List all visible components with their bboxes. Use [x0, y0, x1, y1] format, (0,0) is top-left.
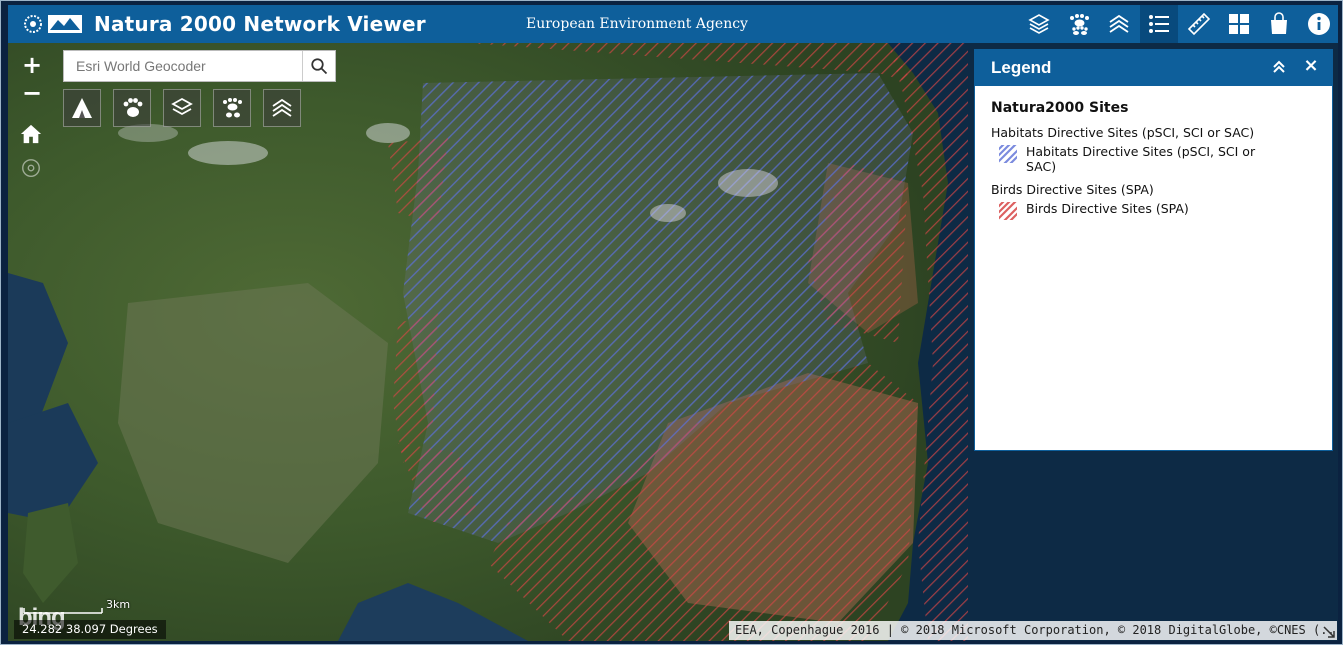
birds-paw-icon [123, 98, 143, 117]
species-layer-button[interactable] [213, 89, 251, 127]
search-button[interactable] [302, 51, 335, 81]
birds-layer-button[interactable] [113, 89, 151, 127]
geocoder-search [63, 50, 336, 82]
shopping-bag-icon [1271, 12, 1287, 34]
basemap-gallery-button[interactable] [1020, 5, 1058, 43]
legend-group-label: Birds Directive Sites (SPA) [991, 182, 1154, 197]
zoom-in-button[interactable]: + [20, 53, 44, 81]
ruler-icon [1187, 12, 1211, 36]
red-hatch-swatch [999, 202, 1017, 220]
legend-button[interactable] [1140, 5, 1178, 43]
legend-content: Natura2000 Sites Habitats Directive Site… [975, 86, 1332, 242]
header-toolbar [1018, 5, 1338, 43]
legend-item-label: Birds Directive Sites (SPA) [1026, 201, 1189, 216]
measurement-button[interactable] [1180, 5, 1218, 43]
print-button[interactable] [1260, 5, 1298, 43]
chevrons-icon [272, 98, 292, 117]
app-window: Natura 2000 Network Viewer European Envi… [0, 0, 1343, 645]
info-icon [1308, 13, 1330, 35]
paw-prints-icon [1070, 14, 1089, 35]
chevrons-layer-button[interactable] [263, 89, 301, 127]
habitats-icon [72, 98, 92, 118]
app-title: Natura 2000 Network Viewer [94, 12, 426, 36]
legend-title: Legend [991, 58, 1052, 77]
collapse-icon[interactable] [1270, 58, 1288, 76]
legend-item: Birds Directive Sites (SPA) [999, 201, 1316, 220]
resize-handle-icon[interactable] [1322, 625, 1336, 639]
landscape-layer-button[interactable] [163, 89, 201, 127]
search-icon [311, 58, 328, 75]
legend-header: Legend × [975, 50, 1332, 86]
habitats-layer-button[interactable] [63, 89, 101, 127]
grid-icon [1229, 14, 1249, 34]
legend-layer-heading: Natura2000 Sites [991, 100, 1129, 116]
app-subtitle: European Environment Agency [526, 16, 748, 32]
map-view[interactable]: + − Esri World Geocoder Legend × Natura2… [8, 43, 1338, 641]
search-input[interactable] [64, 51, 302, 81]
about-button[interactable] [1300, 5, 1338, 43]
attribution: EEA, Copenhague 2016 | © 2018 Microsoft … [729, 621, 1337, 640]
layers-icon [1028, 14, 1050, 34]
legend-group-label: Habitats Directive Sites (pSCI, SCI or S… [991, 125, 1255, 140]
species-button[interactable] [1060, 5, 1098, 43]
zoom-out-button[interactable]: − [20, 81, 44, 109]
legend-list-icon [1149, 15, 1169, 33]
zoom-controls: + − [20, 53, 44, 109]
blue-hatch-swatch [999, 145, 1017, 163]
eea-logo [24, 15, 82, 33]
stacked-chevrons-icon [1109, 14, 1129, 33]
legend-panel: Legend × Natura2000 Sites Habitats Direc… [974, 49, 1333, 451]
home-icon[interactable] [20, 123, 42, 145]
layer-toggle-bar [63, 89, 313, 127]
close-icon[interactable]: × [1302, 56, 1320, 76]
layer-list-button[interactable] [1100, 5, 1138, 43]
legend-item: Habitats Directive Sites (pSCI, SCI or S… [999, 144, 1316, 174]
legend-item-label: Habitats Directive Sites (pSCI, SCI or S… [1026, 144, 1256, 174]
scale-label: 3km [106, 598, 131, 611]
overview-button[interactable] [1220, 5, 1258, 43]
locate-icon[interactable] [20, 157, 42, 179]
coordinate-readout: 24.282 38.097 Degrees [14, 620, 166, 639]
app-header: Natura 2000 Network Viewer European Envi… [8, 5, 1338, 43]
landscape-icon [171, 97, 193, 116]
species-paw-icon [223, 98, 242, 118]
